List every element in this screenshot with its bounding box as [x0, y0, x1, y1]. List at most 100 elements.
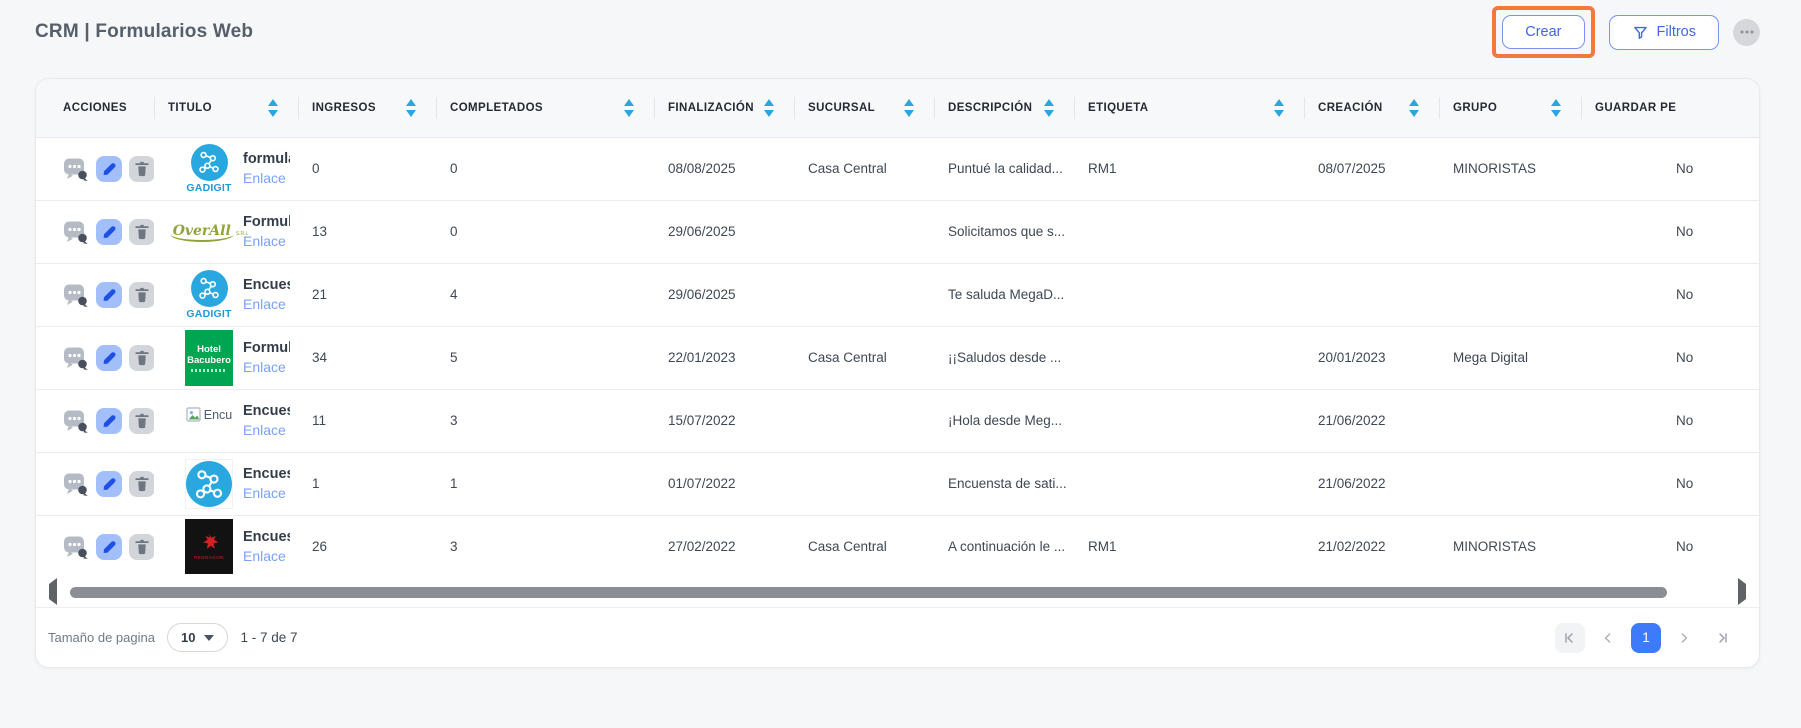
cell-completados: 0	[436, 200, 654, 263]
column-header-finalizacion: FINALIZACIÓN	[654, 79, 794, 137]
last-page-button[interactable]	[1707, 623, 1737, 653]
cell-completados: 3	[436, 515, 654, 577]
edit-button[interactable]	[96, 408, 122, 434]
cell-grupo	[1439, 263, 1581, 326]
cell-finalizacion: 29/06/2025	[654, 200, 794, 263]
cell-ingresos: 21	[298, 263, 436, 326]
edit-button[interactable]	[96, 219, 122, 245]
cell-sucursal: Casa Central	[794, 515, 934, 577]
cell-ingresos: 34	[298, 326, 436, 389]
column-label: INGRESOS	[312, 102, 376, 114]
enlace-link[interactable]: Enlace	[243, 485, 286, 501]
sort-arrows-icon[interactable]	[406, 99, 416, 117]
cell-completados: 1	[436, 452, 654, 515]
cell-grupo	[1439, 200, 1581, 263]
comment-button[interactable]	[63, 345, 89, 371]
sort-arrows-icon[interactable]	[1274, 99, 1284, 117]
forms-table: ACCIONES TITULO INGRESOS COMPLETADOS FIN…	[36, 79, 1759, 577]
delete-button[interactable]	[129, 219, 154, 245]
cell-grupo	[1439, 389, 1581, 452]
pencil-icon	[96, 471, 122, 497]
delete-button[interactable]	[129, 534, 154, 560]
hotel-bacubero-logo: HotelBacubero	[185, 330, 233, 386]
enlace-link[interactable]: Enlace	[243, 359, 286, 375]
cell-completados: 5	[436, 326, 654, 389]
edit-button[interactable]	[96, 471, 122, 497]
form-logo: Encu	[184, 419, 234, 423]
cell-ingresos: 13	[298, 200, 436, 263]
sort-arrows-icon[interactable]	[268, 99, 278, 117]
filtros-button[interactable]: Filtros	[1609, 15, 1719, 50]
chevron-right-icon	[1676, 630, 1692, 646]
first-page-button[interactable]	[1555, 623, 1585, 653]
current-page-button[interactable]: 1	[1631, 623, 1661, 653]
sort-arrows-icon[interactable]	[1044, 99, 1054, 117]
comment-icon	[63, 345, 89, 371]
form-logo	[184, 459, 234, 509]
cell-guardar: No	[1581, 326, 1759, 389]
scrollbar-track[interactable]	[68, 587, 1727, 598]
enlace-link[interactable]: Enlace	[243, 548, 286, 564]
page-size-select[interactable]: 10	[167, 623, 228, 652]
sort-arrows-icon[interactable]	[1409, 99, 1419, 117]
cell-grupo: MINORISTAS	[1439, 515, 1581, 577]
column-label: GUARDAR PE	[1595, 102, 1676, 114]
edit-button[interactable]	[96, 534, 122, 560]
first-page-icon	[1562, 630, 1578, 646]
edit-button[interactable]	[96, 345, 122, 371]
sort-arrows-icon[interactable]	[624, 99, 634, 117]
sort-arrows-icon[interactable]	[904, 99, 914, 117]
cell-ingresos: 1	[298, 452, 436, 515]
comment-button[interactable]	[63, 408, 89, 434]
sort-arrows-icon[interactable]	[1551, 99, 1561, 117]
more-options-button[interactable]	[1733, 19, 1760, 46]
chevron-down-icon	[204, 635, 214, 641]
cell-etiqueta: RM1	[1074, 515, 1304, 577]
cell-ingresos: 0	[298, 137, 436, 200]
previous-page-button[interactable]	[1593, 623, 1623, 653]
sort-arrows-icon[interactable]	[764, 99, 774, 117]
column-label: DESCRIPCIÓN	[948, 102, 1032, 114]
cell-descripcion: Solicitamos que s...	[934, 200, 1074, 263]
enlace-link[interactable]: Enlace	[243, 296, 286, 312]
delete-button[interactable]	[129, 345, 154, 371]
range-label: 1 - 7 de 7	[240, 630, 297, 645]
edit-button[interactable]	[96, 156, 122, 182]
delete-button[interactable]	[129, 282, 154, 308]
cell-finalizacion: 22/01/2023	[654, 326, 794, 389]
table-row: REDRAGON	[36, 515, 1759, 577]
cell-descripcion: Puntué la calidad...	[934, 137, 1074, 200]
enlace-link[interactable]: Enlace	[243, 422, 286, 438]
cell-creacion: 20/01/2023	[1304, 326, 1439, 389]
delete-button[interactable]	[129, 471, 154, 497]
column-header-sucursal: SUCURSAL	[794, 79, 934, 137]
table-row: Encuesta Enlace 1 1 01/07/2022 Encuensta…	[36, 452, 1759, 515]
cell-etiqueta	[1074, 263, 1304, 326]
comment-button[interactable]	[63, 282, 89, 308]
cell-descripcion: ¡Hola desde Meg...	[934, 389, 1074, 452]
scrollbar-thumb[interactable]	[70, 587, 1667, 598]
pencil-icon	[96, 156, 122, 182]
table-wrap: ACCIONES TITULO INGRESOS COMPLETADOS FIN…	[36, 79, 1759, 577]
overall-logo: OverAllS.R.L	[170, 222, 249, 242]
crear-button[interactable]: Crear	[1502, 15, 1584, 49]
delete-button[interactable]	[129, 408, 154, 434]
delete-button[interactable]	[129, 156, 154, 182]
column-header-titulo: TITULO	[154, 79, 298, 137]
comment-button[interactable]	[63, 471, 89, 497]
next-page-button[interactable]	[1669, 623, 1699, 653]
column-header-descripcion: DESCRIPCIÓN	[934, 79, 1074, 137]
enlace-link[interactable]: Enlace	[243, 170, 286, 186]
comment-button[interactable]	[63, 156, 89, 182]
comment-button[interactable]	[63, 534, 89, 560]
enlace-link[interactable]: Enlace	[243, 233, 286, 249]
edit-button[interactable]	[96, 282, 122, 308]
cell-etiqueta: RM1	[1074, 137, 1304, 200]
funnel-icon	[1632, 24, 1649, 41]
table-row: GADIGIT	[36, 263, 1759, 326]
table-row: GADIGIT	[36, 137, 1759, 200]
column-header-etiqueta: ETIQUETA	[1074, 79, 1304, 137]
cell-guardar: No	[1581, 137, 1759, 200]
column-label: COMPLETADOS	[450, 102, 543, 114]
comment-button[interactable]	[63, 219, 89, 245]
